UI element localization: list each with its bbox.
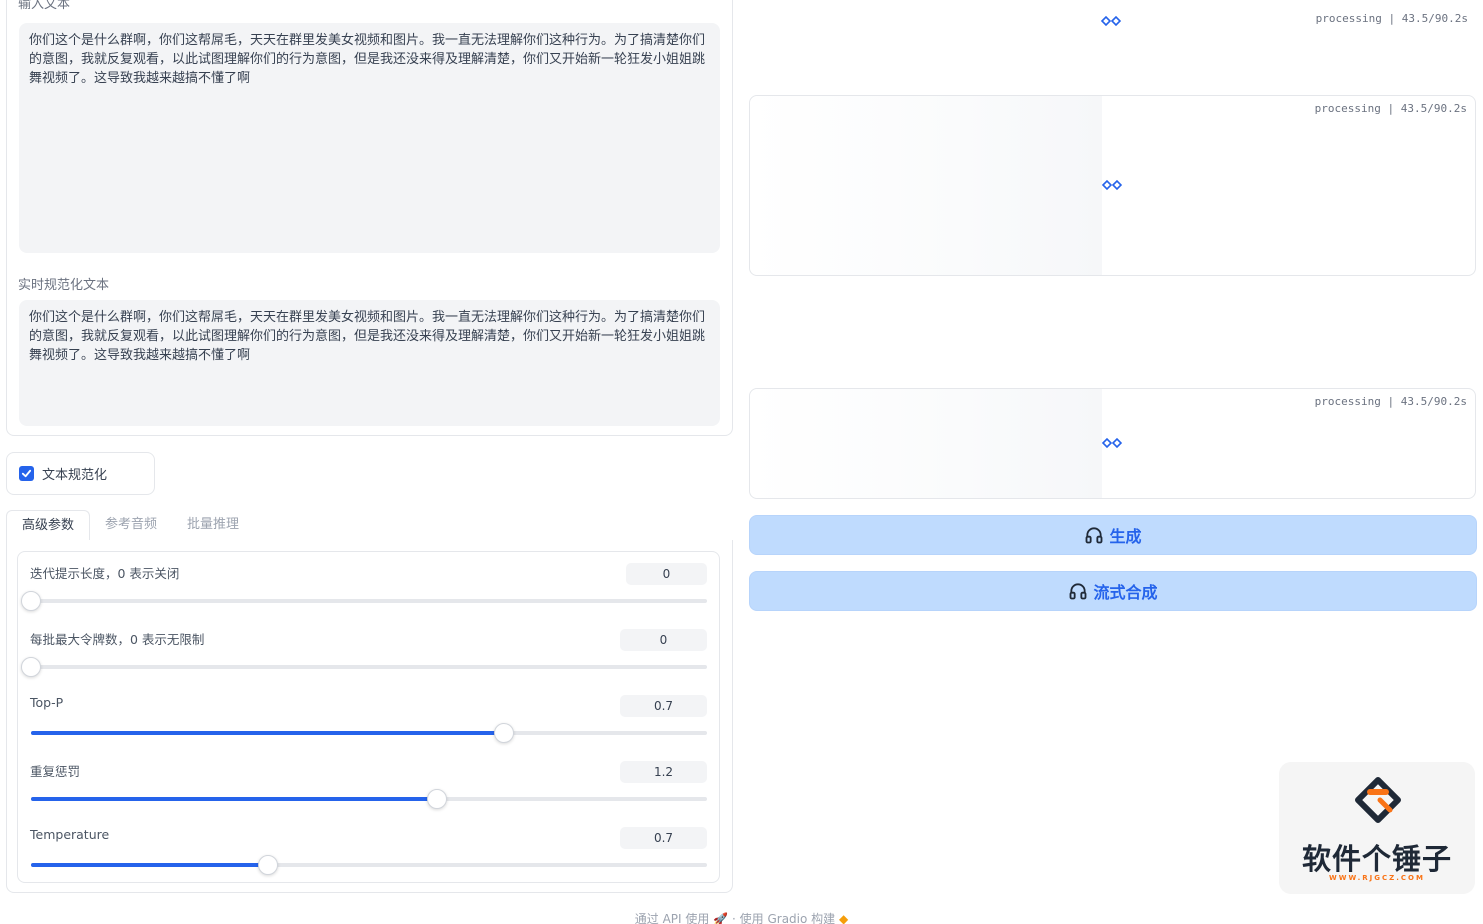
gradio-logo-icon: ◆ xyxy=(838,912,849,924)
check-icon xyxy=(21,469,32,478)
status-text: processing | 43.5/90.2s xyxy=(1314,395,1467,408)
tab-reference-audio[interactable]: 参考音频 xyxy=(90,510,172,541)
generate-button[interactable]: 生成 xyxy=(749,515,1477,555)
footer-separator: · xyxy=(731,912,736,924)
loading-spinner-icon xyxy=(1101,179,1123,191)
headphones-icon xyxy=(1086,527,1103,544)
status-text: processing | 43.5/90.2s xyxy=(1315,12,1468,25)
loading-shimmer xyxy=(750,389,1102,498)
slider-fill xyxy=(31,863,268,867)
footer-gradio-link[interactable]: 使用 Gradio 构建 xyxy=(740,912,836,924)
loading-shimmer xyxy=(750,96,1102,275)
watermark-name: 软件个锤子 xyxy=(1301,842,1452,876)
slider-track-top-p[interactable] xyxy=(31,723,707,743)
input-text-field[interactable]: 你们这个是什么群啊，你们这帮屌毛，天天在群里发美女视频和图片。我一直无法理解你们… xyxy=(19,23,720,253)
slider-thumb[interactable] xyxy=(21,657,41,677)
watermark-url: WWW.RJGCZ.COM xyxy=(1329,874,1425,882)
footer: 通过 API 使用 🚀 · 使用 Gradio 构建 ◆ xyxy=(0,910,1483,924)
rocket-icon: 🚀 xyxy=(713,912,732,924)
normalized-text-field[interactable]: 你们这个是什么群啊，你们这帮屌毛，天天在群里发美女视频和图片。我一直无法理解你们… xyxy=(19,300,720,426)
normalize-checkbox-container[interactable]: 文本规范化 xyxy=(6,452,155,495)
audio-output-panel-2: processing | 43.5/90.2s xyxy=(749,95,1476,276)
param-tabs: 高级参数 参考音频 批量推理 xyxy=(6,510,733,541)
normalize-checkbox-label: 文本规范化 xyxy=(42,468,108,483)
slider-thumb[interactable] xyxy=(494,723,514,743)
headphones-icon xyxy=(1070,583,1087,600)
status-text: processing | 43.5/90.2s xyxy=(1314,102,1467,115)
param-label-prompt-length: 迭代提示长度，0 表示关闭 xyxy=(30,566,180,581)
param-input-prompt-length[interactable]: 0 xyxy=(626,563,707,585)
slider-track-prompt-length[interactable] xyxy=(21,591,707,611)
slider-thumb[interactable] xyxy=(21,591,41,611)
param-input-max-tokens[interactable]: 0 xyxy=(620,629,707,651)
input-text-label: 输入文本 xyxy=(18,0,71,12)
stream-synthesis-button[interactable]: 流式合成 xyxy=(749,571,1477,611)
slider-fill xyxy=(31,797,437,801)
generate-button-label: 生成 xyxy=(1109,527,1142,546)
normalized-text-label: 实时规范化文本 xyxy=(18,278,110,293)
param-label-max-tokens: 每批最大令牌数，0 表示无限制 xyxy=(30,632,205,647)
param-input-temperature[interactable]: 0.7 xyxy=(620,827,707,849)
audio-output-panel-1: processing | 43.5/90.2s xyxy=(749,0,1476,85)
slider-fill xyxy=(31,731,504,735)
param-input-repetition-penalty[interactable]: 1.2 xyxy=(620,761,707,783)
footer-api-link[interactable]: 通过 API 使用 xyxy=(635,912,710,924)
slider-thumb[interactable] xyxy=(258,855,278,875)
tab-advanced-params[interactable]: 高级参数 xyxy=(6,510,91,541)
audio-output-panel-3: processing | 43.5/90.2s xyxy=(749,388,1476,499)
watermark-logo: 软件个锤子 WWW.RJGCZ.COM xyxy=(1279,762,1475,894)
param-label-temperature: Temperature xyxy=(30,827,110,842)
hammer-logo-icon xyxy=(1355,777,1401,823)
text-input-block: 输入文本 你们这个是什么群啊，你们这帮屌毛，天天在群里发美女视频和图片。我一直无… xyxy=(6,0,733,436)
slider-track-repetition-penalty[interactable] xyxy=(31,789,707,809)
slider-track-max-tokens[interactable] xyxy=(21,657,707,677)
param-input-top-p[interactable]: 0.7 xyxy=(620,695,707,717)
slider-track-temperature[interactable] xyxy=(31,855,707,875)
tab-batch-inference[interactable]: 批量推理 xyxy=(172,510,254,541)
stream-synthesis-button-label: 流式合成 xyxy=(1093,583,1158,602)
loading-spinner-icon xyxy=(1101,437,1123,449)
param-label-repetition-penalty: 重复惩罚 xyxy=(30,764,81,779)
slider-thumb[interactable] xyxy=(427,789,447,809)
normalize-checkbox[interactable] xyxy=(19,466,34,481)
loading-spinner-icon xyxy=(1100,15,1122,27)
param-label-top-p: Top-P xyxy=(30,695,64,710)
